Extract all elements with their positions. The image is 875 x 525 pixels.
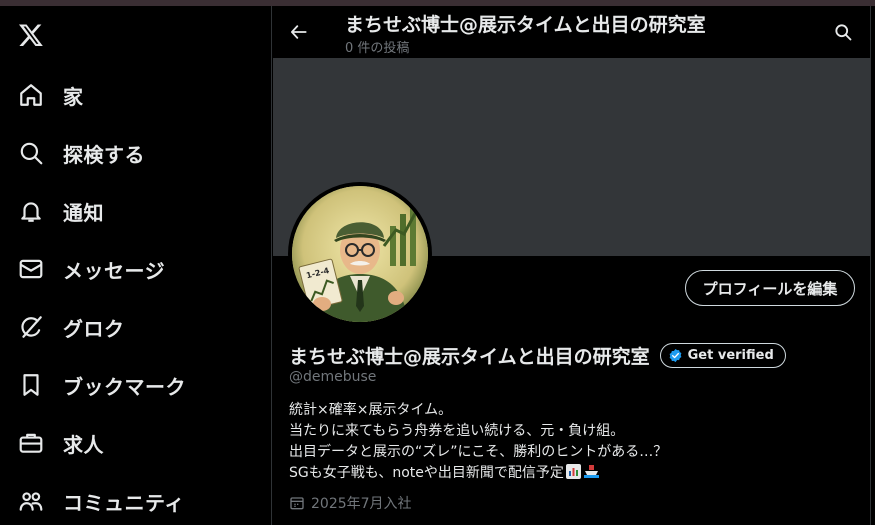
sidebar-item-messages[interactable]: メッセージ xyxy=(10,247,260,291)
people-icon xyxy=(17,487,45,515)
bio-line: 出目データと展示の“ズレ”にこそ、勝利のヒントがある…？ xyxy=(289,444,668,460)
sidebar-item-label: コミュニティ xyxy=(63,490,185,515)
profile-header: まちせぶ博士@展示タイムと出目の研究室 0 件の投稿 xyxy=(273,6,871,58)
joined-date: 2025年7月入社 xyxy=(289,493,412,513)
bookmark-icon xyxy=(17,371,45,399)
bio-line: SGも女子戦も、noteや出目新聞で配信予定 xyxy=(289,465,564,481)
app-root: 家 探検する 通知 メッセージ グロク ブックマーク 求人 コミュニティ まちせ… xyxy=(0,6,875,525)
back-button[interactable] xyxy=(285,18,313,46)
sidebar-item-label: 求人 xyxy=(63,432,104,457)
bio-line-last: SGも女子戦も、noteや出目新聞で配信予定 xyxy=(289,463,667,484)
sidebar: 家 探検する 通知 メッセージ グロク ブックマーク 求人 コミュニティ xyxy=(0,6,272,525)
search-button[interactable] xyxy=(829,18,857,46)
display-name: まちせぶ博士@展示タイムと出目の研究室 xyxy=(289,346,650,368)
user-handle: @demebuse xyxy=(289,369,377,385)
name-row: まちせぶ博士@展示タイムと出目の研究室 Get verified xyxy=(289,342,786,369)
search-icon xyxy=(835,24,852,41)
bell-icon xyxy=(17,197,45,225)
bar-chart-emoji-icon xyxy=(565,464,581,479)
bio-line: 統計×確率×展示タイム。 xyxy=(289,402,453,418)
sidebar-item-communities[interactable]: コミュニティ xyxy=(10,479,260,523)
verified-badge-icon xyxy=(668,348,683,363)
avatar-image: 1-2-4 xyxy=(292,186,428,322)
search-icon xyxy=(17,139,45,167)
sidebar-item-bookmarks[interactable]: ブックマーク xyxy=(10,363,260,407)
bio-line: 当たりに来てもらう舟券を追い続ける、元・負け組。 xyxy=(289,423,625,439)
arrow-left-icon xyxy=(291,25,307,39)
boat-emoji-icon xyxy=(583,464,599,479)
calendar-icon xyxy=(289,495,305,511)
sidebar-item-label: ブックマーク xyxy=(63,374,186,399)
get-verified-label: Get verified xyxy=(687,348,774,363)
sidebar-item-label: 家 xyxy=(63,84,84,109)
sidebar-item-home[interactable]: 家 xyxy=(10,73,260,117)
mail-icon xyxy=(17,255,45,283)
post-count: 0 件の投稿 xyxy=(345,41,410,56)
sidebar-item-label: メッセージ xyxy=(63,258,166,283)
sidebar-item-explore[interactable]: 探検する xyxy=(10,131,260,175)
sidebar-item-grok[interactable]: グロク xyxy=(10,305,260,349)
profile-bio: 統計×確率×展示タイム。 当たりに来てもらう舟券を追い続ける、元・負け組。 出目… xyxy=(289,400,667,484)
sidebar-item-notifications[interactable]: 通知 xyxy=(10,189,260,233)
sidebar-item-label: 通知 xyxy=(63,200,104,225)
sidebar-item-label: グロク xyxy=(63,316,125,341)
profile-column: まちせぶ博士@展示タイムと出目の研究室 0 件の投稿 1-2-4 プロフィールを… xyxy=(273,6,871,525)
header-title: まちせぶ博士@展示タイムと出目の研究室 xyxy=(345,14,706,36)
edit-profile-button[interactable]: プロフィールを編集 xyxy=(685,270,855,306)
avatar[interactable]: 1-2-4 xyxy=(288,182,432,326)
home-icon xyxy=(17,81,45,109)
sidebar-item-jobs[interactable]: 求人 xyxy=(10,421,260,465)
joined-label: 2025年7月入社 xyxy=(311,496,412,512)
get-verified-button[interactable]: Get verified xyxy=(659,343,786,368)
x-logo-icon[interactable] xyxy=(16,20,46,50)
sidebar-item-label: 探検する xyxy=(63,142,145,167)
briefcase-icon xyxy=(17,429,45,457)
grok-icon xyxy=(17,313,45,341)
